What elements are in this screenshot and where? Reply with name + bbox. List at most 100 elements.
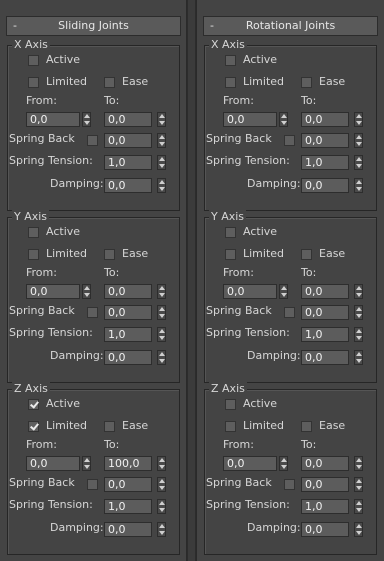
spring-back-input[interactable]: 0,0 [301,477,349,492]
active-checkbox[interactable] [28,55,39,66]
spring-tension-input[interactable]: 1,0 [301,499,349,514]
rollout-header[interactable]: - Sliding Joints [6,16,181,36]
to-spinner[interactable] [157,284,166,299]
limited-checkbox[interactable] [28,421,39,432]
spring-tension-label: Spring Tension: [206,154,290,167]
from-spinner[interactable] [279,112,288,127]
to-input[interactable]: 0,0 [301,112,349,127]
damping-input[interactable]: 0,0 [104,178,152,193]
spring-back-checkbox[interactable] [87,307,98,318]
ease-checkbox[interactable] [301,421,312,432]
from-input[interactable]: 0,0 [223,284,277,299]
from-spinner[interactable] [82,284,91,299]
axis-group-title: Z Axis [209,382,247,396]
to-input[interactable]: 0,0 [104,284,152,299]
to-spinner[interactable] [354,284,363,299]
to-input[interactable]: 0,0 [301,456,349,471]
limited-label: Limited [243,419,285,432]
damping-spinner[interactable] [354,350,363,365]
spring-back-spinner[interactable] [354,477,363,492]
limited-checkbox[interactable] [28,249,39,260]
damping-spinner[interactable] [157,350,166,365]
to-input[interactable]: 0,0 [301,284,349,299]
damping-spinner[interactable] [354,178,363,193]
from-spinner[interactable] [82,456,91,471]
limited-checkbox[interactable] [225,421,236,432]
to-spinner[interactable] [354,456,363,471]
from-label: From: [26,266,57,279]
from-input[interactable]: 0,0 [26,284,80,299]
spring-back-input[interactable]: 0,0 [301,133,349,148]
active-checkbox[interactable] [225,55,236,66]
damping-input[interactable]: 0,0 [301,522,349,537]
rollout-header[interactable]: - Rotational Joints [203,16,378,36]
from-spinner[interactable] [279,456,288,471]
spring-back-input[interactable]: 0,0 [104,477,152,492]
ease-label: Ease [122,75,149,88]
spring-tension-spinner[interactable] [157,499,166,514]
spring-back-checkbox[interactable] [87,135,98,146]
ease-checkbox[interactable] [104,249,115,260]
damping-input[interactable]: 0,0 [104,522,152,537]
to-spinner[interactable] [157,112,166,127]
to-input[interactable]: 0,0 [104,112,152,127]
damping-label: Damping: [50,521,104,534]
active-checkbox[interactable] [28,399,39,410]
limited-checkbox[interactable] [225,249,236,260]
spring-tension-input[interactable]: 1,0 [104,499,152,514]
active-checkbox[interactable] [225,227,236,238]
spring-tension-input[interactable]: 1,0 [104,327,152,342]
collapse-icon[interactable]: - [13,17,23,35]
spring-back-checkbox[interactable] [284,135,295,146]
spring-back-checkbox[interactable] [284,307,295,318]
damping-input[interactable]: 0,0 [104,350,152,365]
ease-checkbox[interactable] [104,77,115,88]
damping-spinner[interactable] [157,178,166,193]
spring-back-spinner[interactable] [157,305,166,320]
from-input[interactable]: 0,0 [26,112,80,127]
spring-tension-spinner[interactable] [157,327,166,342]
to-spinner[interactable] [354,112,363,127]
damping-spinner[interactable] [354,522,363,537]
spring-back-checkbox[interactable] [87,479,98,490]
ease-checkbox[interactable] [301,77,312,88]
spring-tension-input[interactable]: 1,0 [301,327,349,342]
spring-tension-spinner[interactable] [157,155,166,170]
spring-back-input[interactable]: 0,0 [104,305,152,320]
axis-group: X Axis Active Limited Ease From: To: 0,0 0,0 Spr… [204,38,377,211]
spring-tension-spinner[interactable] [354,499,363,514]
collapse-icon[interactable]: - [210,17,220,35]
from-input[interactable]: 0,0 [223,112,277,127]
spring-back-spinner[interactable] [157,133,166,148]
spring-back-checkbox[interactable] [284,479,295,490]
to-label: To: [104,438,120,451]
ease-checkbox[interactable] [104,421,115,432]
from-input[interactable]: 0,0 [26,456,80,471]
to-input[interactable]: 100,0 [104,456,152,471]
spring-back-spinner[interactable] [354,305,363,320]
from-spinner[interactable] [82,112,91,127]
spring-back-input[interactable]: 0,0 [104,133,152,148]
limited-label: Limited [243,75,285,88]
rollout-title: Rotational Joints [245,19,336,32]
spring-tension-spinner[interactable] [354,327,363,342]
limited-checkbox[interactable] [225,77,236,88]
ease-checkbox[interactable] [301,249,312,260]
damping-spinner[interactable] [157,522,166,537]
active-checkbox[interactable] [225,399,236,410]
from-input[interactable]: 0,0 [223,456,277,471]
to-spinner[interactable] [157,456,166,471]
spring-tension-input[interactable]: 1,0 [104,155,152,170]
spring-back-spinner[interactable] [157,477,166,492]
ease-label: Ease [122,419,149,432]
spring-back-spinner[interactable] [354,133,363,148]
to-label: To: [104,266,120,279]
damping-input[interactable]: 0,0 [301,178,349,193]
limited-checkbox[interactable] [28,77,39,88]
spring-tension-input[interactable]: 1,0 [301,155,349,170]
spring-tension-spinner[interactable] [354,155,363,170]
damping-input[interactable]: 0,0 [301,350,349,365]
spring-back-input[interactable]: 0,0 [301,305,349,320]
from-spinner[interactable] [279,284,288,299]
active-checkbox[interactable] [28,227,39,238]
